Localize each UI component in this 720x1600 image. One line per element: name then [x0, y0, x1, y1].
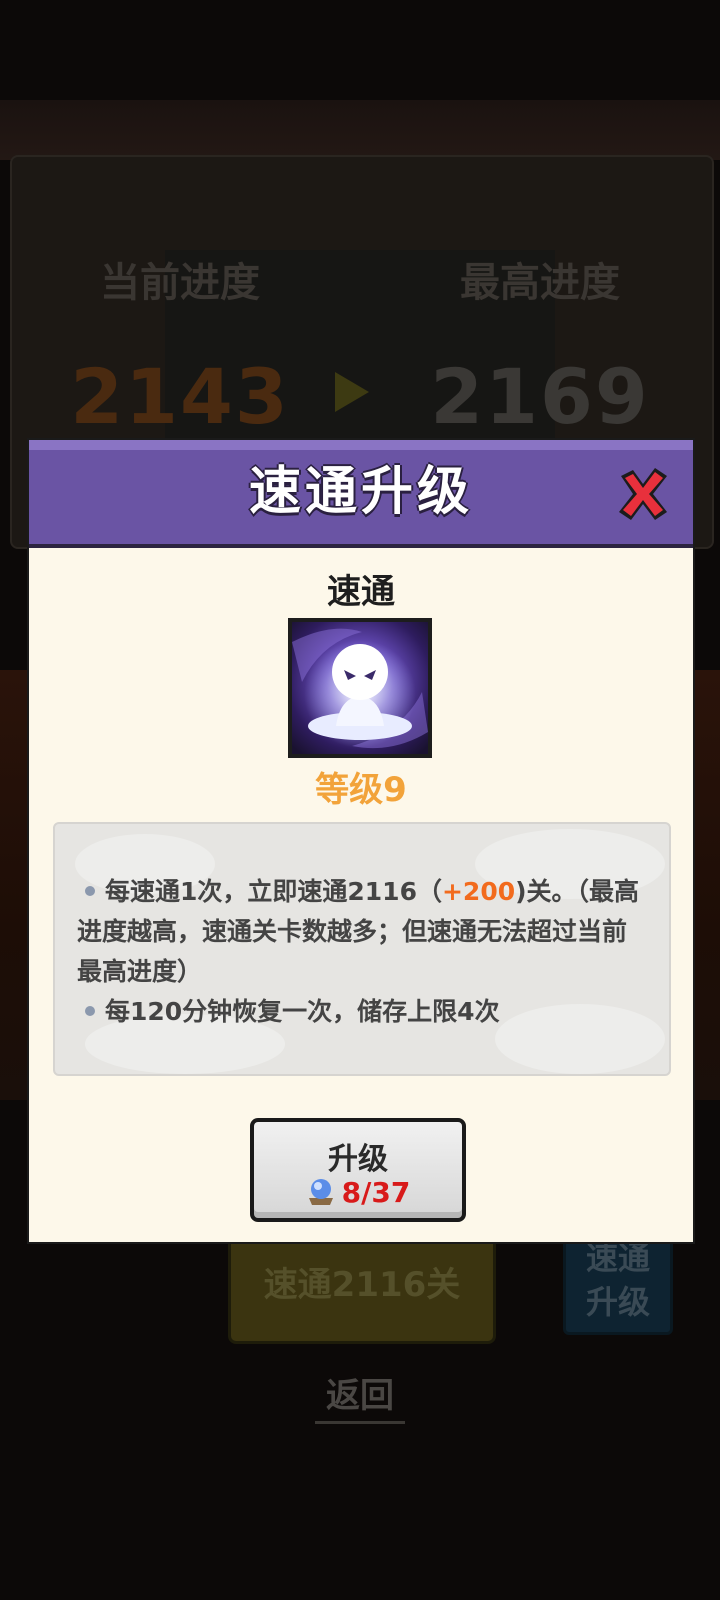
upgrade-cost-value: 8/37	[341, 1176, 411, 1209]
upgrade-cost: 8/37	[254, 1176, 462, 1209]
description-text: 每速通1次，立即速通2116（+200)关。（最高进度越高，速通关卡数越多；但速…	[77, 872, 647, 1032]
best-progress-value: 2169	[430, 352, 650, 441]
description-line1-prefix: 每速通1次，立即速通2116（	[105, 877, 442, 906]
dialog-title: 速通升级	[248, 462, 473, 522]
description-box: 每速通1次，立即速通2116（+200)关。（最高进度越高，速通关卡数越多；但速…	[53, 822, 671, 1076]
dialog-header: 速通升级	[29, 440, 693, 548]
back-link: 返回	[315, 1368, 405, 1424]
close-x-icon	[619, 468, 667, 520]
bullet-icon	[85, 1006, 95, 1016]
meditating-spirit-icon	[288, 618, 432, 758]
bullet-icon	[85, 886, 95, 896]
description-bonus: +200	[441, 877, 516, 906]
background-top-band	[0, 100, 720, 160]
crystal-ball-icon	[308, 1179, 333, 1205]
description-line2: 每120分钟恢复一次，储存上限4次	[105, 997, 500, 1026]
upgrade-button-label: 升级	[328, 1142, 388, 1177]
arrow-right-icon	[335, 372, 369, 412]
skill-name: 速通	[327, 572, 395, 612]
close-button[interactable]	[611, 462, 675, 526]
current-progress-label: 当前进度	[100, 260, 260, 306]
current-progress-value: 2143	[70, 352, 290, 441]
skill-level: 等级9	[315, 770, 407, 810]
upgrade-button[interactable]: 升级 8/37	[250, 1118, 466, 1222]
best-progress-label: 最高进度	[460, 260, 620, 306]
upgrade-dialog: 速通升级 速通 等级9 每速通1次，立即速通2116（+200)关。（最高进度越…	[29, 440, 693, 1242]
